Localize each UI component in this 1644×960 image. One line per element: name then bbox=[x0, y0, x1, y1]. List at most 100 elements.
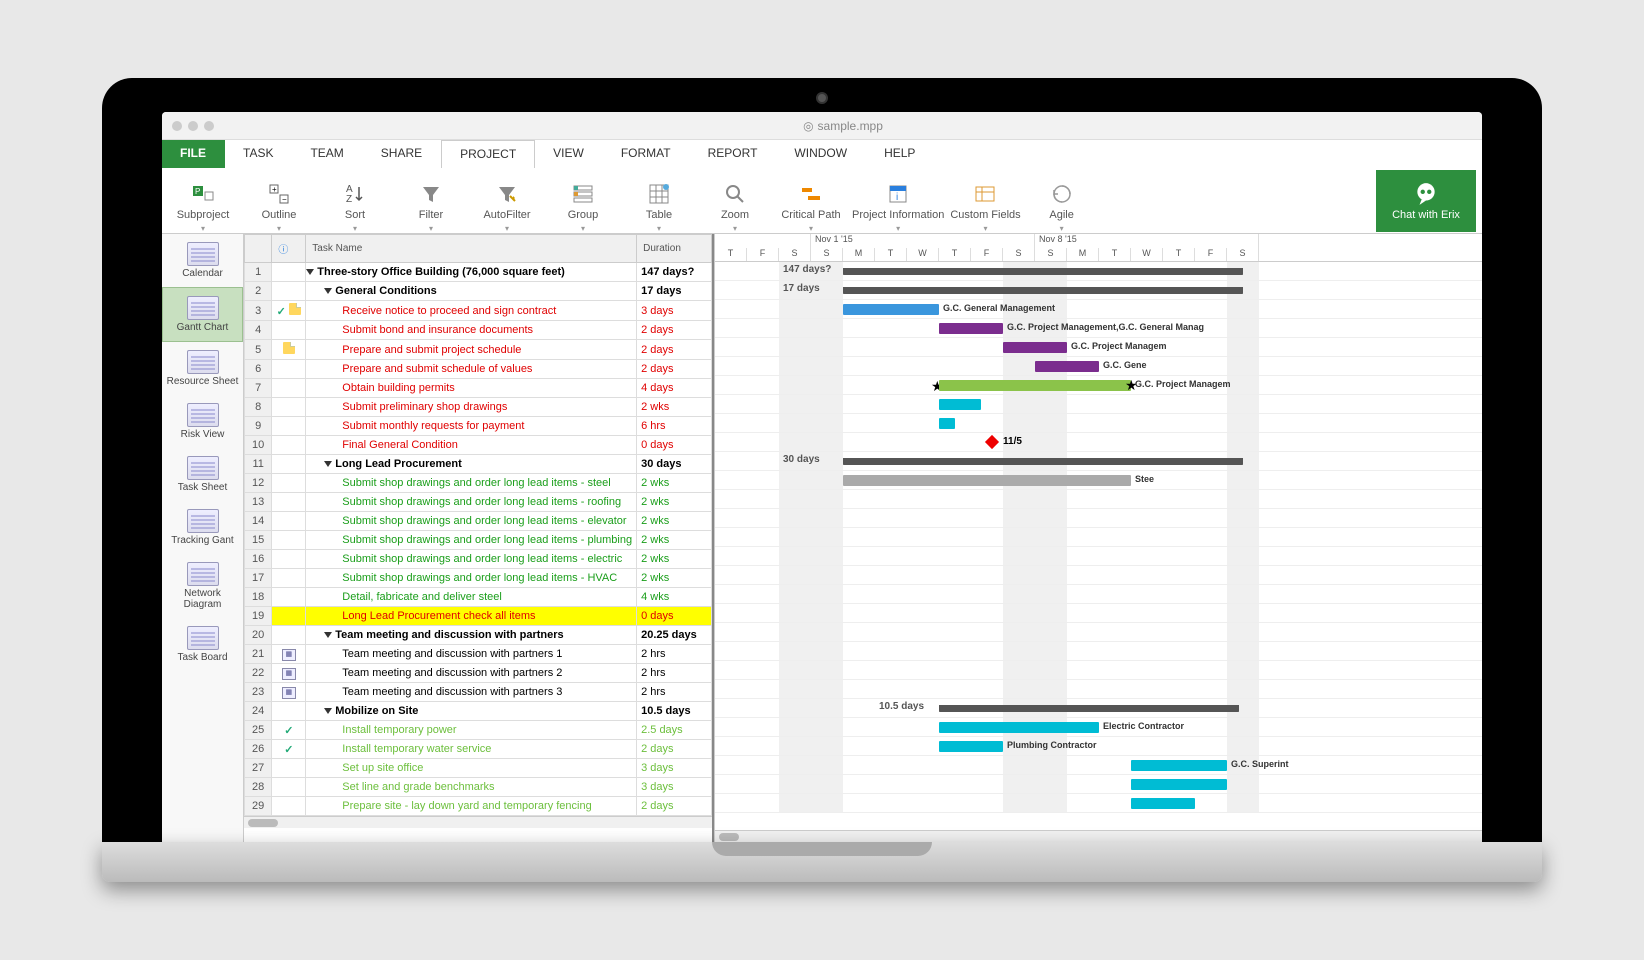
task-duration[interactable]: 3 days bbox=[637, 301, 712, 321]
row-number[interactable]: 5 bbox=[245, 340, 272, 360]
gantt-row[interactable] bbox=[715, 585, 1482, 604]
row-number[interactable]: 13 bbox=[245, 493, 272, 512]
gantt-row[interactable] bbox=[715, 414, 1482, 433]
task-duration[interactable]: 6 hrs bbox=[637, 417, 712, 436]
expand-icon[interactable] bbox=[324, 461, 332, 467]
table-row[interactable]: 29Prepare site - lay down yard and tempo… bbox=[245, 797, 712, 816]
task-duration[interactable]: 147 days? bbox=[637, 263, 712, 282]
gantt-row[interactable] bbox=[715, 509, 1482, 528]
task-name[interactable]: Set up site office bbox=[306, 759, 637, 778]
gantt-row[interactable]: 11/5 bbox=[715, 433, 1482, 452]
task-duration[interactable]: 2 wks bbox=[637, 398, 712, 417]
row-number[interactable]: 18 bbox=[245, 588, 272, 607]
gantt-row[interactable]: G.C. Project Management,G.C. General Man… bbox=[715, 319, 1482, 338]
table-row[interactable]: 9Submit monthly requests for payment6 hr… bbox=[245, 417, 712, 436]
expand-icon[interactable] bbox=[324, 708, 332, 714]
expand-icon[interactable] bbox=[324, 632, 332, 638]
sidebar-resource-sheet[interactable]: Resource Sheet bbox=[162, 342, 243, 395]
tool-sort[interactable]: AZSort▾ bbox=[320, 171, 390, 231]
table-row[interactable]: 24Mobilize on Site10.5 days bbox=[245, 702, 712, 721]
menu-view[interactable]: VIEW bbox=[535, 140, 603, 168]
table-row[interactable]: 23▦Team meeting and discussion with part… bbox=[245, 683, 712, 702]
gantt-chart[interactable]: Nov 1 '15Nov 8 '15 TFSSMTWTFSSMTWTFS 147… bbox=[714, 234, 1482, 842]
sidebar-network-diagram[interactable]: Network Diagram bbox=[162, 554, 243, 618]
duration-header[interactable]: Duration bbox=[637, 235, 712, 263]
gantt-row[interactable]: 17 days bbox=[715, 281, 1482, 300]
gantt-row[interactable]: Stee bbox=[715, 471, 1482, 490]
table-row[interactable]: 27Set up site office3 days bbox=[245, 759, 712, 778]
menu-format[interactable]: FORMAT bbox=[603, 140, 690, 168]
sidebar-tracking-gant[interactable]: Tracking Gant bbox=[162, 501, 243, 554]
table-row[interactable]: 3✓ Receive notice to proceed and sign co… bbox=[245, 301, 712, 321]
task-bar[interactable]: Electric Contractor bbox=[939, 722, 1099, 733]
task-name[interactable]: Team meeting and discussion with partner… bbox=[306, 683, 637, 702]
task-name[interactable]: Team meeting and discussion with partner… bbox=[306, 664, 637, 683]
task-bar[interactable]: G.C. Project Managem bbox=[1003, 342, 1067, 353]
task-duration[interactable]: 2 wks bbox=[637, 474, 712, 493]
table-row[interactable]: 5Prepare and submit project schedule2 da… bbox=[245, 340, 712, 360]
gantt-row[interactable] bbox=[715, 528, 1482, 547]
table-row[interactable]: 19Long Lead Procurement check all items0… bbox=[245, 607, 712, 626]
task-name[interactable]: Receive notice to proceed and sign contr… bbox=[306, 301, 637, 321]
tool-zoom[interactable]: Zoom▾ bbox=[700, 171, 770, 231]
table-row[interactable]: 25✓ Install temporary power2.5 days bbox=[245, 721, 712, 740]
gantt-row[interactable]: 30 days bbox=[715, 452, 1482, 471]
row-number[interactable]: 25 bbox=[245, 721, 272, 740]
task-name[interactable]: General Conditions bbox=[306, 282, 637, 301]
task-duration[interactable]: 4 wks bbox=[637, 588, 712, 607]
task-duration[interactable]: 30 days bbox=[637, 455, 712, 474]
task-duration[interactable]: 2 days bbox=[637, 340, 712, 360]
task-duration[interactable]: 0 days bbox=[637, 436, 712, 455]
table-row[interactable]: 4Submit bond and insurance documents2 da… bbox=[245, 321, 712, 340]
chat-button[interactable]: Chat with Erix bbox=[1376, 170, 1476, 232]
menu-share[interactable]: SHARE bbox=[363, 140, 441, 168]
gantt-row[interactable]: ★G.C. Project Managem★ bbox=[715, 376, 1482, 395]
task-name[interactable]: Submit shop drawings and order long lead… bbox=[306, 531, 637, 550]
task-name[interactable]: Prepare site - lay down yard and tempora… bbox=[306, 797, 637, 816]
sidebar-task-board[interactable]: Task Board bbox=[162, 618, 243, 671]
tool-filter[interactable]: Filter▾ bbox=[396, 171, 466, 231]
task-name[interactable]: Obtain building permits bbox=[306, 379, 637, 398]
gantt-row[interactable]: Electric Contractor bbox=[715, 718, 1482, 737]
row-number[interactable]: 8 bbox=[245, 398, 272, 417]
row-number[interactable]: 23 bbox=[245, 683, 272, 702]
milestone-icon[interactable] bbox=[985, 435, 999, 449]
task-name[interactable]: Set line and grade benchmarks bbox=[306, 778, 637, 797]
task-duration[interactable]: 2 wks bbox=[637, 493, 712, 512]
tool-fields[interactable]: Custom Fields▾ bbox=[950, 171, 1020, 231]
row-number[interactable]: 16 bbox=[245, 550, 272, 569]
row-number-header[interactable] bbox=[245, 235, 272, 263]
task-duration[interactable]: 2 wks bbox=[637, 512, 712, 531]
table-row[interactable]: 13Submit shop drawings and order long le… bbox=[245, 493, 712, 512]
task-name[interactable]: Final General Condition bbox=[306, 436, 637, 455]
gantt-row[interactable] bbox=[715, 661, 1482, 680]
task-name[interactable]: Prepare and submit schedule of values bbox=[306, 360, 637, 379]
menu-file[interactable]: FILE bbox=[162, 140, 225, 168]
task-name[interactable]: Submit shop drawings and order long lead… bbox=[306, 512, 637, 531]
summary-bar[interactable] bbox=[843, 268, 1243, 275]
task-duration[interactable]: 2 wks bbox=[637, 531, 712, 550]
task-duration[interactable]: 2 hrs bbox=[637, 645, 712, 664]
task-duration[interactable]: 2 days bbox=[637, 797, 712, 816]
gantt-row[interactable] bbox=[715, 547, 1482, 566]
tool-agile[interactable]: Agile▾ bbox=[1027, 171, 1097, 231]
menu-project[interactable]: PROJECT bbox=[441, 140, 535, 168]
table-row[interactable]: 2General Conditions17 days bbox=[245, 282, 712, 301]
gantt-row[interactable] bbox=[715, 623, 1482, 642]
gantt-row[interactable]: 10.5 days bbox=[715, 699, 1482, 718]
task-duration[interactable]: 2 days bbox=[637, 360, 712, 379]
expand-icon[interactable] bbox=[306, 269, 314, 275]
table-row[interactable]: 11Long Lead Procurement30 days bbox=[245, 455, 712, 474]
task-duration[interactable]: 3 days bbox=[637, 778, 712, 797]
row-number[interactable]: 10 bbox=[245, 436, 272, 455]
table-row[interactable]: 10 Final General Condition0 days bbox=[245, 436, 712, 455]
task-bar[interactable]: G.C. Project Managem★ bbox=[939, 380, 1131, 391]
task-duration[interactable]: 2 wks bbox=[637, 550, 712, 569]
task-name[interactable]: Submit shop drawings and order long lead… bbox=[306, 569, 637, 588]
gantt-row[interactable]: G.C. Project Managem bbox=[715, 338, 1482, 357]
table-row[interactable]: 6Prepare and submit schedule of values2 … bbox=[245, 360, 712, 379]
task-duration[interactable]: 2 days bbox=[637, 321, 712, 340]
window-controls[interactable] bbox=[172, 121, 214, 131]
table-row[interactable]: 17Submit shop drawings and order long le… bbox=[245, 569, 712, 588]
summary-bar[interactable] bbox=[843, 458, 1243, 465]
